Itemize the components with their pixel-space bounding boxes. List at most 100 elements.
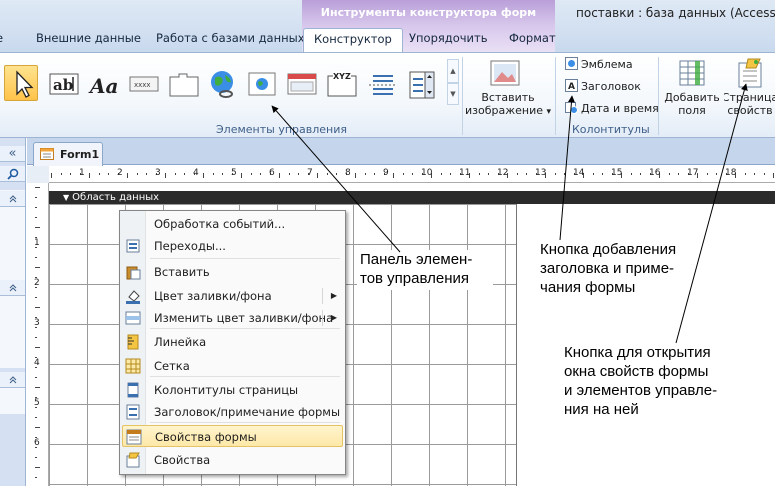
property-sheet-button[interactable]: Страница свойств [724, 55, 775, 121]
detail-section-label: Область данных [72, 192, 160, 203]
text-label-tool-button[interactable]: Aa [86, 65, 120, 101]
context-menu-item[interactable]: Свойства формы [122, 425, 343, 447]
ruler-tick [336, 173, 337, 175]
ruler-tick [51, 173, 52, 178]
svg-text:xxxx: xxxx [134, 81, 151, 89]
title-icon: A [565, 79, 578, 92]
nav-group-toggle[interactable] [0, 280, 25, 296]
context-menu-item[interactable]: Цвет заливки/фона ▶ [122, 285, 343, 307]
property-sheet-icon [738, 58, 762, 88]
ruler-tick [678, 173, 679, 175]
ruler-tick [35, 477, 37, 478]
option-group-tool-button[interactable]: XYZ [324, 65, 358, 101]
ruler-tick [35, 307, 40, 308]
ruler-label: 14 [573, 168, 585, 178]
callout-header-button: Кнопка добавления заголовка и приме-чания… [538, 240, 706, 302]
context-menu-item[interactable]: Заголовок/примечание формы [122, 401, 343, 423]
context-menu-item[interactable]: Переходы... [122, 235, 343, 257]
navigation-control-icon [287, 73, 317, 95]
button-tool-button[interactable]: xxxx [126, 65, 160, 101]
title-button[interactable]: A Заголовок [565, 79, 641, 97]
nav-group-toggle[interactable] [0, 372, 25, 388]
ruler-label: 6 [34, 438, 40, 448]
context-menu-separator [150, 258, 340, 259]
date-time-button[interactable]: Дата и время [565, 101, 659, 119]
ruler-label: 1 [79, 168, 85, 178]
context-menu-item[interactable]: Изменить цвет заливки/фона ▶ [122, 307, 343, 329]
ruler-tick [108, 173, 109, 175]
page-header-footer-icon [127, 382, 139, 398]
ruler-corner[interactable] [27, 166, 49, 183]
context-menu-item-label: Вставить [154, 265, 210, 279]
gallery-scroll-up-button[interactable]: ▲ [447, 59, 459, 83]
context-menu-item-label: Обработка событий... [154, 217, 286, 231]
ruler-tick [35, 297, 37, 298]
context-menu-item[interactable]: Обработка событий... [122, 213, 343, 235]
tab-control-tool-button[interactable] [166, 65, 200, 101]
context-menu-item[interactable]: Вставить [122, 261, 343, 283]
context-menu-item[interactable]: Линейка [122, 331, 343, 353]
ruler-label: 4 [193, 168, 199, 178]
ruler-tick [241, 173, 242, 178]
nav-group-panel [0, 296, 25, 368]
web-browser-tool-button[interactable] [244, 65, 278, 101]
tab-design[interactable]: Конструктор [303, 28, 403, 52]
grid-icon [125, 358, 141, 374]
header-footer-group-label: Колонтитулы [572, 123, 650, 136]
ruler-label: 3 [155, 168, 161, 178]
form-icon [40, 148, 54, 160]
ruler-tick [35, 427, 40, 428]
select-tool-button[interactable] [4, 65, 38, 101]
insert-image-button[interactable]: Вставить изображение ▾ [465, 57, 551, 121]
search-nav-button[interactable] [0, 166, 25, 182]
tab-left-partial[interactable]: е [0, 31, 3, 51]
ruler-tick [288, 173, 290, 175]
ruler-tick [35, 227, 40, 228]
window-title: поставки : база данных (Access 20 [576, 6, 775, 20]
navigation-control-tool-button[interactable] [284, 65, 318, 101]
ruler-tick [773, 173, 774, 178]
ruler-tick [222, 173, 223, 175]
tab-arrange[interactable]: Упорядочить [409, 31, 488, 51]
gallery-scroll-down-button[interactable]: ▼ [447, 83, 459, 105]
context-menu-item-label: Заголовок/примечание формы [154, 405, 341, 419]
context-menu-item[interactable]: Свойства [122, 449, 343, 471]
tab-format[interactable]: Формат [509, 31, 556, 51]
form-document-tab[interactable]: Form1 [33, 142, 103, 166]
context-menu-item[interactable]: Сетка [122, 355, 343, 377]
add-fields-button[interactable]: Добавить поля [662, 55, 722, 121]
ruler-tick [450, 173, 451, 175]
page-break-tool-button[interactable] [364, 65, 398, 101]
group-separator [658, 57, 659, 135]
ruler-tick [146, 173, 147, 175]
collapse-nav-button[interactable]: « [0, 146, 25, 162]
ruler-tick [640, 173, 641, 175]
ruler-tick [326, 173, 328, 175]
ruler-tick [716, 173, 717, 175]
label-aa-icon: Aa [88, 74, 118, 98]
tab-order-icon [126, 239, 140, 253]
nav-group-toggle[interactable] [0, 191, 25, 207]
tab-external-data[interactable]: Внешние данные [36, 31, 141, 51]
chevron-up-icon [9, 376, 16, 384]
label-tool-button[interactable]: ab [46, 65, 80, 101]
ruler-tick [35, 417, 37, 418]
context-menu-item-label: Цвет заливки/фона [154, 289, 272, 303]
hyperlink-tool-button[interactable] [204, 65, 238, 101]
context-menu-item-label: Изменить цвет заливки/фона [154, 311, 334, 325]
ruler-tick [35, 377, 37, 378]
combo-box-tool-button[interactable] [404, 65, 438, 101]
context-menu-item[interactable]: Колонтитулы страницы [122, 379, 343, 401]
ruler-tick [412, 173, 413, 175]
svg-text:ab: ab [53, 76, 73, 94]
ruler-tick [478, 173, 480, 175]
ruler-label: 7 [307, 168, 313, 178]
svg-text:Aa: Aa [88, 74, 118, 98]
logo-button[interactable]: Эмблема [565, 57, 633, 75]
ruler-label: 2 [117, 168, 123, 178]
ruler-tick [165, 173, 166, 178]
detail-section-bar[interactable]: ▼ Область данных [49, 191, 775, 204]
submenu-divider [322, 310, 323, 326]
context-menu-separator [150, 376, 340, 377]
tab-database-tools[interactable]: Работа с базами данных [156, 31, 305, 51]
